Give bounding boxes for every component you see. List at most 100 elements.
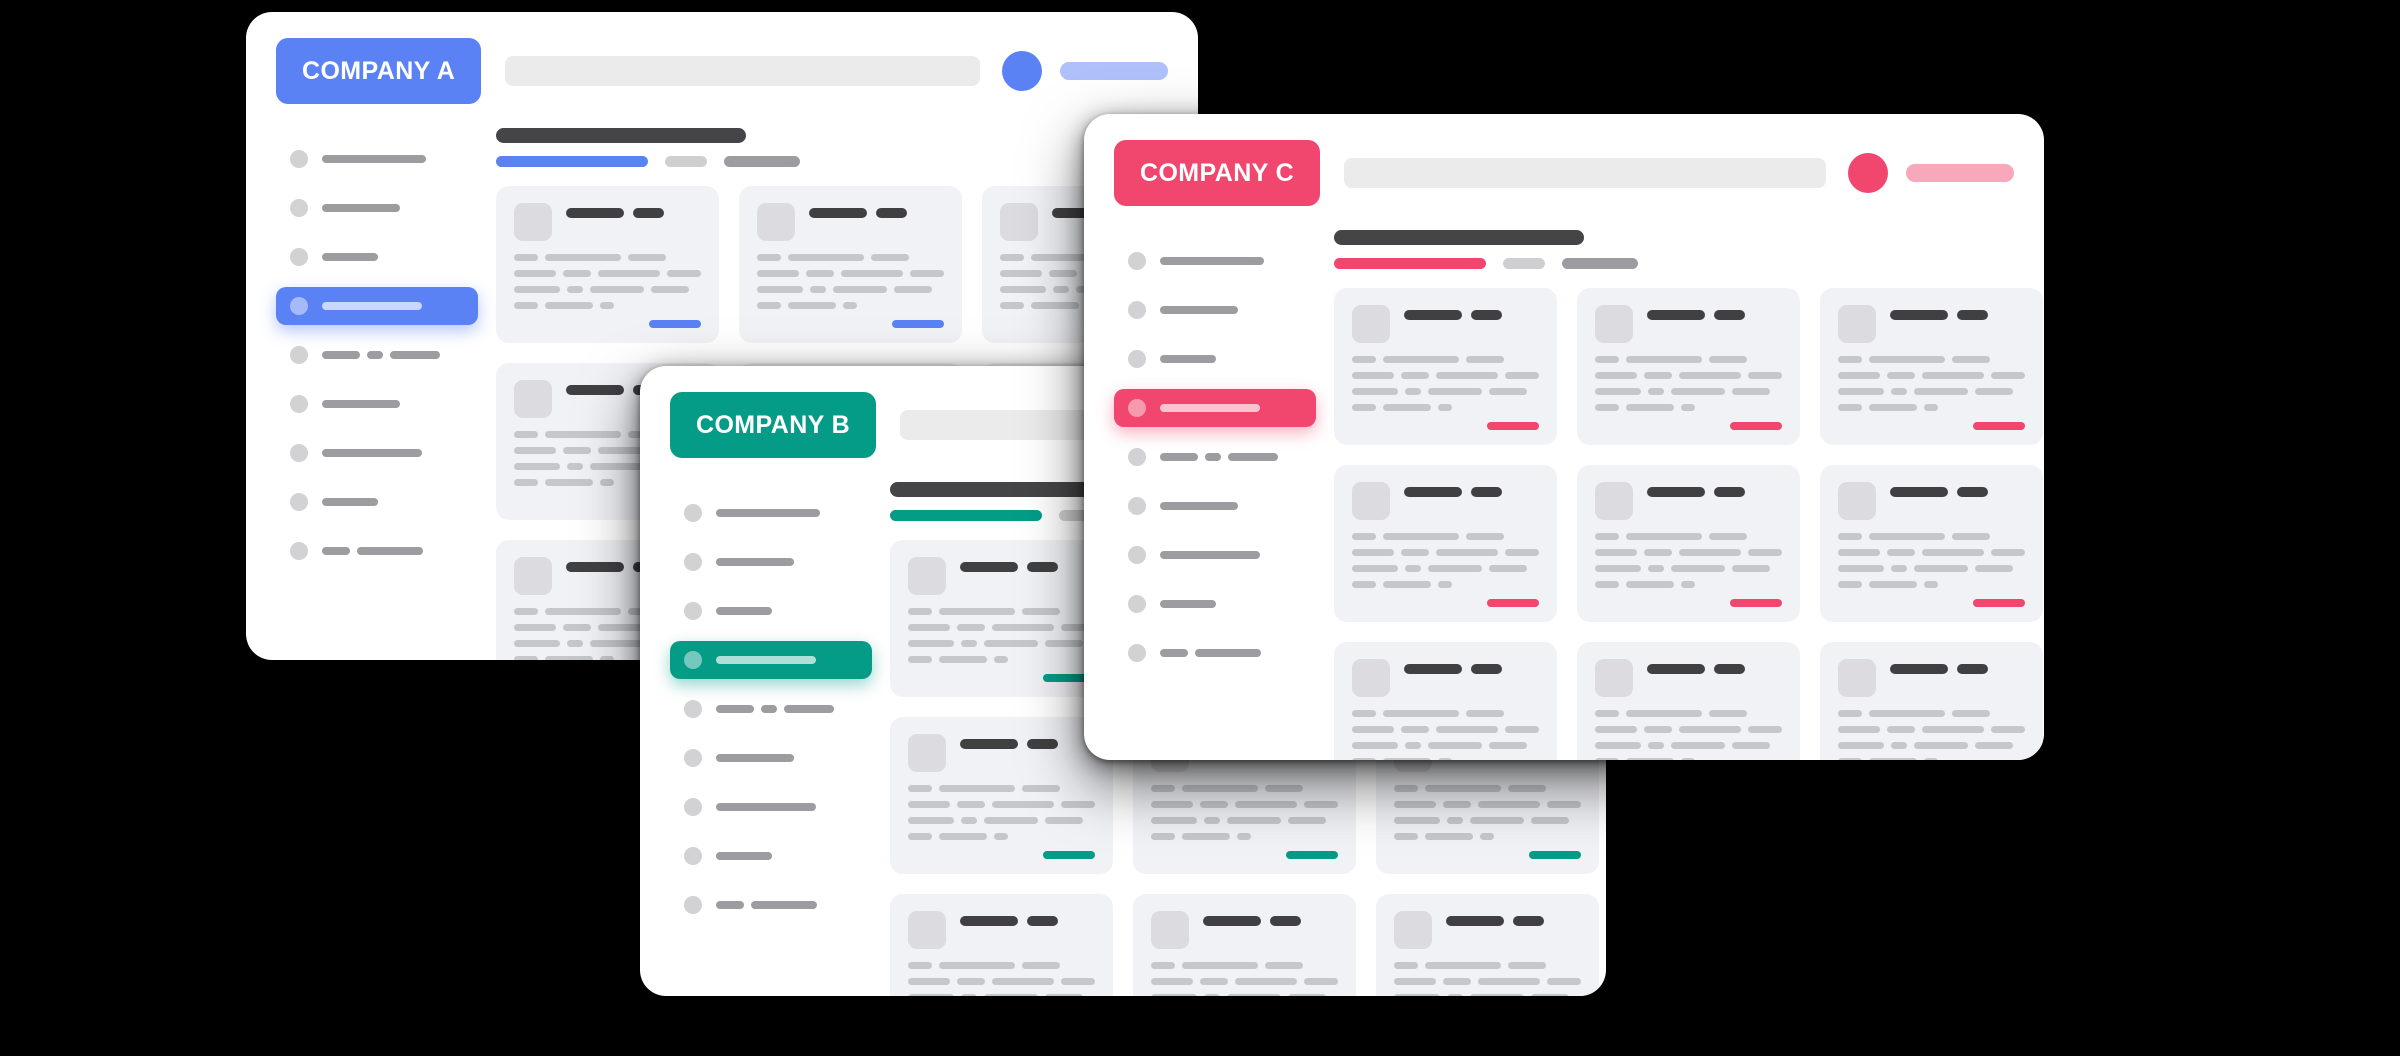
text-line	[1838, 581, 2025, 588]
card-action-button[interactable]	[1487, 599, 1539, 607]
label-segment	[390, 351, 440, 359]
tab-2[interactable]	[724, 156, 800, 167]
sidebar-item-0[interactable]	[1114, 242, 1316, 280]
sidebar-item-1[interactable]	[1114, 291, 1316, 329]
card-header	[908, 734, 1095, 772]
sidebar-item-6[interactable]	[1114, 536, 1316, 574]
tab-1[interactable]	[1503, 258, 1545, 269]
text-segment	[984, 817, 1038, 824]
card-item[interactable]	[1334, 642, 1557, 760]
tab-1[interactable]	[665, 156, 707, 167]
text-segment	[1975, 388, 2013, 395]
card-item[interactable]	[496, 186, 719, 343]
sidebar-item-4[interactable]	[670, 690, 872, 728]
text-segment	[1470, 817, 1524, 824]
card-item[interactable]	[1820, 642, 2043, 760]
card-action-button[interactable]	[1286, 851, 1338, 859]
sidebar-item-1[interactable]	[670, 543, 872, 581]
text-segment	[908, 801, 950, 808]
text-segment	[1061, 801, 1095, 808]
text-segment	[1447, 817, 1463, 824]
sidebar-item-5[interactable]	[670, 739, 872, 777]
search-input[interactable]	[1344, 158, 1826, 188]
card-item[interactable]	[1376, 894, 1599, 996]
sidebar-item-8[interactable]	[1114, 634, 1316, 672]
card-action-button[interactable]	[1973, 599, 2025, 607]
sidebar-item-2[interactable]	[1114, 340, 1316, 378]
card-action-button[interactable]	[892, 320, 944, 328]
text-line	[1595, 710, 1782, 717]
text-line	[1838, 565, 2025, 572]
card-action-row	[757, 320, 944, 328]
text-segment	[1644, 372, 1672, 379]
card-item[interactable]	[1334, 465, 1557, 622]
text-segment	[567, 286, 583, 293]
card-header	[908, 911, 1095, 949]
text-segment	[1838, 404, 1862, 411]
sidebar-item-4[interactable]	[276, 336, 478, 374]
card-item[interactable]	[890, 717, 1113, 874]
card-item[interactable]	[1577, 288, 1800, 445]
sidebar-item-label	[1160, 502, 1238, 510]
card-action-button[interactable]	[1730, 422, 1782, 430]
card-title-secondary	[876, 208, 907, 218]
sidebar-item-3[interactable]	[276, 287, 478, 325]
text-segment	[628, 254, 666, 261]
card-item[interactable]	[1820, 288, 2043, 445]
sidebar-item-6[interactable]	[670, 788, 872, 826]
avatar[interactable]	[1848, 153, 1888, 193]
sidebar-item-7[interactable]	[670, 837, 872, 875]
card-item[interactable]	[1820, 465, 2043, 622]
card-item[interactable]	[890, 540, 1113, 697]
sidebar-item-5[interactable]	[276, 385, 478, 423]
card-action-button[interactable]	[1730, 599, 1782, 607]
card-action-button[interactable]	[1529, 851, 1581, 859]
text-segment	[1595, 404, 1619, 411]
text-segment	[1288, 994, 1326, 996]
card-item[interactable]	[1577, 642, 1800, 760]
text-segment	[908, 624, 950, 631]
sidebar-item-8[interactable]	[670, 886, 872, 924]
sidebar-item-3[interactable]	[1114, 389, 1316, 427]
text-segment	[1000, 286, 1046, 293]
sidebar-item-1[interactable]	[276, 189, 478, 227]
sidebar-item-7[interactable]	[276, 483, 478, 521]
card-action-button[interactable]	[1043, 851, 1095, 859]
tab-0[interactable]	[496, 156, 648, 167]
text-segment	[871, 254, 909, 261]
card-item[interactable]	[890, 894, 1113, 996]
label-segment	[1160, 600, 1216, 608]
card-item[interactable]	[1577, 465, 1800, 622]
sidebar-item-2[interactable]	[276, 238, 478, 276]
tab-0[interactable]	[890, 510, 1042, 521]
tab-0[interactable]	[1334, 258, 1486, 269]
sidebar-item-6[interactable]	[276, 434, 478, 472]
text-segment	[590, 463, 644, 470]
sidebar-item-8[interactable]	[276, 532, 478, 570]
card-action-button[interactable]	[1487, 422, 1539, 430]
text-segment	[1352, 758, 1376, 760]
text-line	[1394, 817, 1581, 824]
sidebar-item-4[interactable]	[1114, 438, 1316, 476]
text-segment	[992, 978, 1054, 985]
sidebar-item-0[interactable]	[670, 494, 872, 532]
sidebar-item-3[interactable]	[670, 641, 872, 679]
sidebar-item-7[interactable]	[1114, 585, 1316, 623]
tab-2[interactable]	[1562, 258, 1638, 269]
sidebar-item-5[interactable]	[1114, 487, 1316, 525]
text-segment	[1626, 758, 1674, 760]
avatar[interactable]	[1002, 51, 1042, 91]
card-action-button[interactable]	[1973, 422, 2025, 430]
search-input[interactable]	[505, 56, 980, 86]
card-item[interactable]	[1133, 894, 1356, 996]
card-item[interactable]	[1334, 288, 1557, 445]
text-line	[1838, 742, 2025, 749]
card-item[interactable]	[739, 186, 962, 343]
text-segment	[1401, 372, 1429, 379]
text-line	[1394, 994, 1581, 996]
card-body-text	[1394, 785, 1581, 840]
sidebar-item-2[interactable]	[670, 592, 872, 630]
card-action-button[interactable]	[649, 320, 701, 328]
label-segment	[322, 351, 360, 359]
sidebar-item-0[interactable]	[276, 140, 478, 178]
